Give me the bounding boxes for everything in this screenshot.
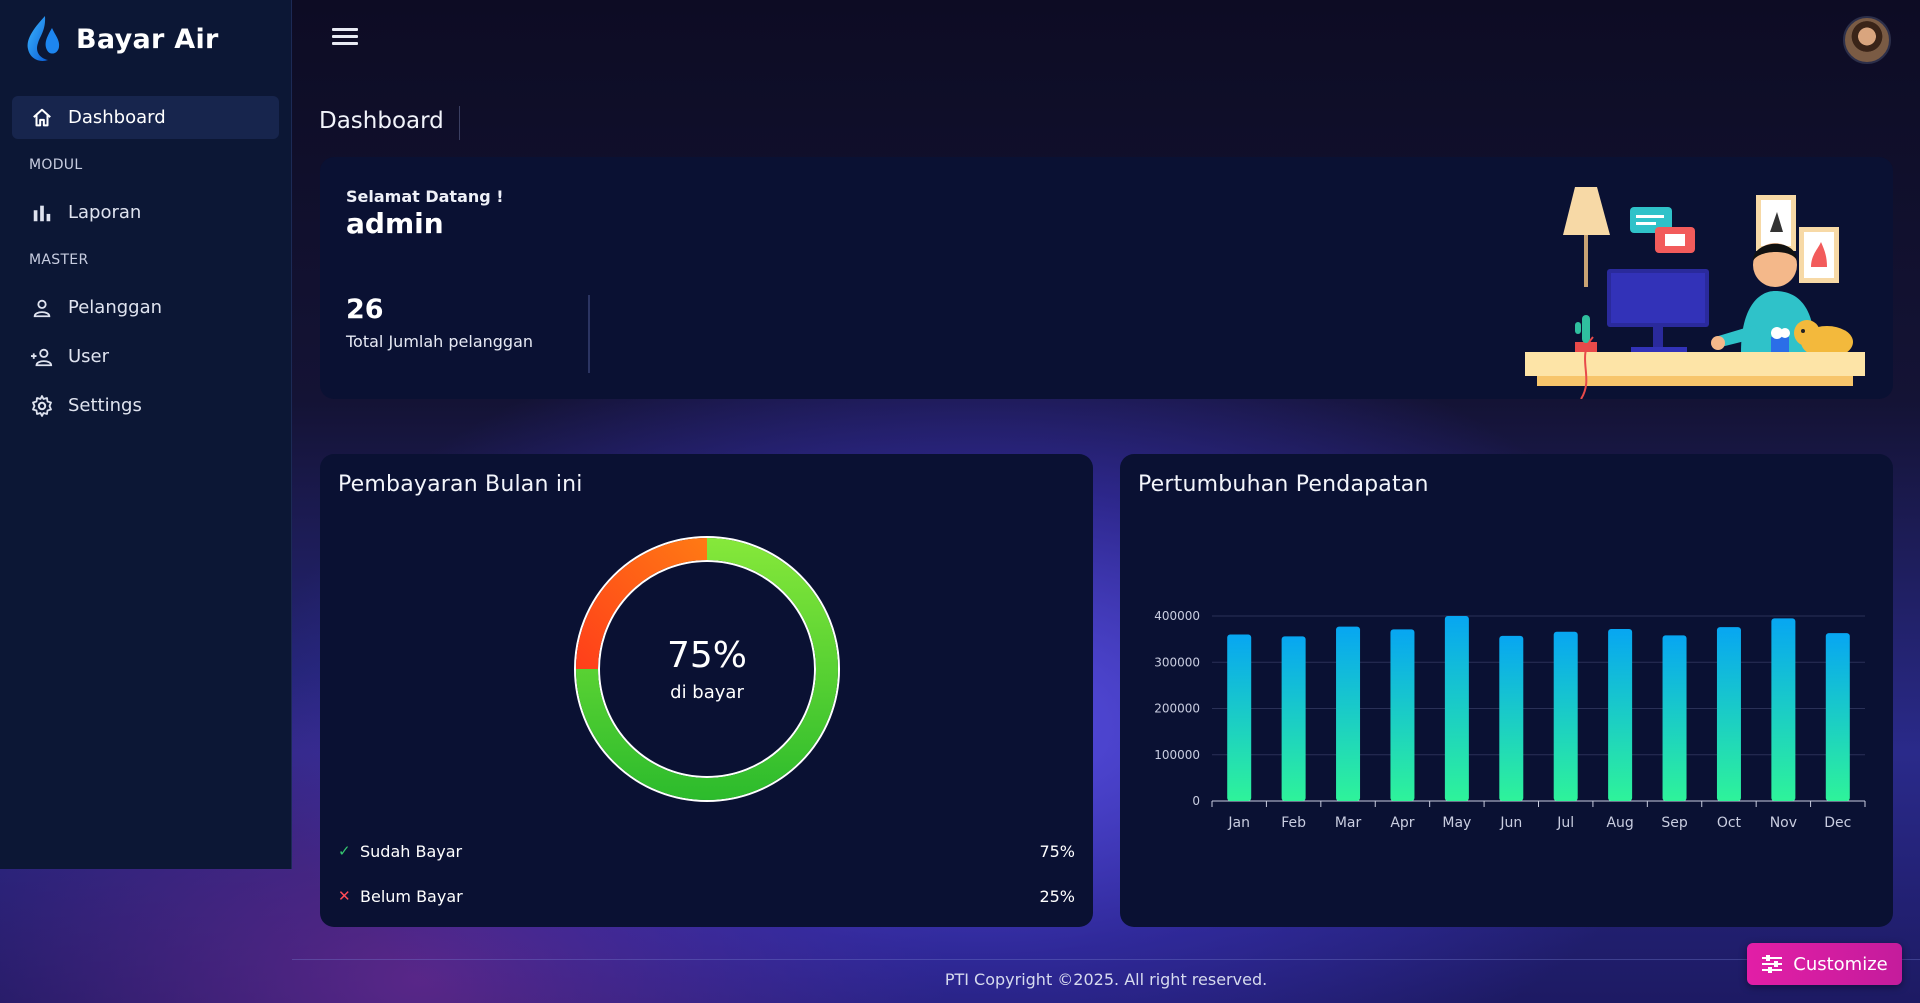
revenue-card: Pertumbuhan Pendapatan 0 100000 200000 3000…: [1120, 454, 1893, 927]
sidebar-item-laporan[interactable]: Laporan: [12, 191, 279, 234]
legend-value: 75%: [1039, 841, 1075, 861]
footer-copyright: PTI Copyright ©2025. All right reserved.: [944, 970, 1268, 989]
payment-card: Pembayaran Bulan ini 75% di bayar ✓ Suda…: [320, 454, 1093, 927]
total-customers-label: Total Jumlah pelanggan: [346, 332, 534, 351]
sidebar-item-label: Laporan: [68, 202, 142, 223]
bar[interactable]: [1662, 635, 1687, 801]
check-icon: ✓: [338, 842, 351, 860]
payment-donut-chart[interactable]: 75% di bayar: [562, 524, 852, 814]
welcome-username: admin: [346, 207, 444, 240]
bar[interactable]: [1716, 627, 1741, 801]
bar[interactable]: [1227, 634, 1252, 802]
home-icon: [30, 106, 54, 130]
y-tick-label: 400000: [1154, 609, 1200, 623]
sidebar-item-settings[interactable]: Settings: [12, 384, 279, 427]
user-avatar[interactable]: [1843, 16, 1891, 64]
sidebar-section-modul: MODUL: [29, 157, 83, 173]
y-tick-label: 200000: [1154, 702, 1200, 716]
welcome-greeting: Selamat Datang !: [346, 187, 504, 206]
x-tick-label: Jun: [1499, 815, 1522, 831]
x-tick-label: May: [1442, 815, 1471, 831]
x-tick-label: Dec: [1824, 815, 1851, 831]
bar[interactable]: [1825, 633, 1850, 801]
y-tick-label: 100000: [1154, 748, 1200, 762]
workspace-illustration: [1525, 187, 1865, 399]
person-add-icon: [30, 345, 54, 369]
total-customers-value: 26: [346, 294, 384, 325]
title-divider: [459, 106, 460, 140]
donut-center-label: di bayar: [670, 682, 744, 703]
sliders-icon: [1762, 955, 1783, 973]
gear-icon: [30, 394, 54, 418]
person-icon: [30, 296, 54, 320]
donut-center-value: 75%: [667, 635, 747, 676]
menu-toggle-icon[interactable]: [332, 28, 358, 50]
revenue-card-title: Pertumbuhan Pendapatan: [1138, 472, 1429, 497]
x-tick-label: Jan: [1227, 815, 1250, 831]
sidebar-item-pelanggan[interactable]: Pelanggan: [12, 286, 279, 329]
bar[interactable]: [1608, 628, 1633, 801]
legend-value: 25%: [1039, 886, 1075, 906]
x-tick-label: Jul: [1556, 815, 1574, 831]
x-tick-label: Nov: [1770, 815, 1797, 831]
close-icon: ✕: [338, 887, 351, 905]
sidebar-item-label: User: [68, 346, 110, 367]
revenue-bar-chart[interactable]: 0 100000 200000 300000 400000 Jan Feb Mar Apr May…: [1120, 514, 1893, 834]
y-tick-label: 300000: [1154, 655, 1200, 669]
x-tick-label: Oct: [1717, 815, 1742, 831]
sidebar-item-label: Pelanggan: [68, 297, 163, 318]
bar[interactable]: [1390, 629, 1415, 801]
bar[interactable]: [1336, 626, 1361, 801]
footer-divider: [292, 959, 1920, 960]
bar[interactable]: [1281, 636, 1306, 801]
welcome-card: Selamat Datang ! admin 26 Total Jumlah p…: [320, 157, 1893, 399]
stat-divider: [588, 295, 590, 373]
customize-label: Customize: [1793, 953, 1888, 975]
legend-row-paid: ✓ Sudah Bayar 75%: [338, 837, 1075, 865]
x-tick-label: Sep: [1661, 815, 1688, 831]
x-tick-label: Apr: [1390, 815, 1414, 831]
legend-row-unpaid: ✕ Belum Bayar 25%: [338, 882, 1075, 910]
customize-button[interactable]: Customize: [1747, 943, 1902, 985]
sidebar: Bayar Air Dashboard MODUL Laporan MASTER…: [0, 0, 292, 869]
x-tick-label: Mar: [1335, 815, 1362, 831]
legend-label: Sudah Bayar: [360, 841, 463, 861]
y-tick-label: 0: [1192, 794, 1200, 808]
sidebar-item-user[interactable]: User: [12, 335, 279, 378]
bar[interactable]: [1444, 616, 1469, 801]
sidebar-section-master: MASTER: [29, 252, 89, 268]
water-drop-logo-icon: [27, 16, 60, 61]
legend-label: Belum Bayar: [360, 886, 463, 906]
page-title: Dashboard: [319, 108, 444, 134]
x-tick-label: Aug: [1606, 815, 1633, 831]
sidebar-item-label: Dashboard: [68, 107, 166, 128]
brand[interactable]: Bayar Air: [0, 0, 291, 78]
bar[interactable]: [1771, 618, 1796, 801]
bar[interactable]: [1553, 631, 1578, 801]
brand-name: Bayar Air: [76, 23, 219, 55]
payment-card-title: Pembayaran Bulan ini: [338, 472, 583, 497]
sidebar-item-dashboard[interactable]: Dashboard: [12, 96, 279, 139]
bar[interactable]: [1499, 635, 1524, 801]
bar-chart-icon: [30, 201, 54, 225]
x-tick-label: Feb: [1281, 815, 1306, 831]
sidebar-item-label: Settings: [68, 395, 142, 416]
